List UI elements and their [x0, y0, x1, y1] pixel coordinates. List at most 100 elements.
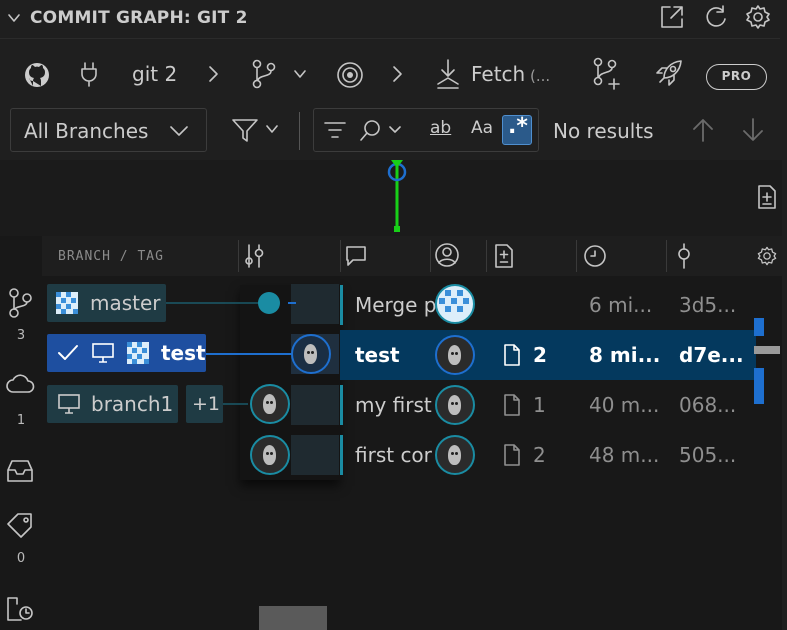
- plug-icon[interactable]: [78, 61, 100, 87]
- github-icon[interactable]: [24, 62, 50, 88]
- commit-node[interactable]: [250, 384, 290, 424]
- sidebar: 3 1 0: [0, 276, 42, 630]
- regex-label: .*: [508, 114, 528, 139]
- changes-column-icon[interactable]: [493, 243, 515, 269]
- filter-lines-icon[interactable]: [322, 118, 348, 142]
- target-icon[interactable]: [336, 61, 364, 89]
- monitor-icon: [57, 393, 81, 415]
- column-header-branch-tag[interactable]: BRANCH / TAG: [58, 249, 164, 264]
- cloud-icon[interactable]: [5, 372, 35, 396]
- fetch-label[interactable]: Fetch: [471, 62, 525, 86]
- chevron-down-icon: [168, 123, 190, 139]
- arrow-down-icon[interactable]: [740, 116, 766, 144]
- commit-sha: 505...: [679, 443, 737, 467]
- avatar: [127, 342, 149, 364]
- author-column-icon[interactable]: [434, 242, 460, 268]
- column-divider[interactable]: [576, 240, 577, 272]
- commit-sha: d7e...: [679, 343, 744, 367]
- commit-dot[interactable]: [258, 292, 280, 314]
- branches-count: 3: [16, 328, 26, 343]
- branch-ref-label: branch1: [91, 392, 174, 416]
- graph-minimap[interactable]: [0, 160, 782, 236]
- chevron-right-icon: [390, 65, 404, 83]
- panel-title: COMMIT GRAPH: GIT 2: [30, 8, 248, 28]
- branch-ref-master[interactable]: master: [47, 284, 166, 322]
- divider: [299, 112, 300, 150]
- stash-icon[interactable]: [5, 458, 35, 484]
- arrow-up-icon[interactable]: [690, 116, 716, 144]
- file-icon: [502, 343, 522, 367]
- avatar: [435, 385, 475, 425]
- pro-badge[interactable]: PRO: [706, 64, 767, 90]
- commit-message: test: [355, 343, 400, 367]
- column-divider[interactable]: [486, 240, 487, 272]
- divider: [0, 38, 780, 39]
- avatar: [435, 284, 475, 324]
- commit-row[interactable]: first cor 2 48 m... 505...: [340, 430, 756, 480]
- refresh-icon[interactable]: [702, 3, 730, 31]
- commit-row-selected[interactable]: test 2 8 mi... d7e...: [340, 330, 756, 380]
- gear-icon[interactable]: [744, 3, 772, 31]
- remotes-count: 1: [16, 413, 26, 428]
- graph-column-icon[interactable]: [244, 243, 266, 269]
- commit-sha: 3d5...: [679, 293, 737, 317]
- date-column-icon[interactable]: [582, 243, 608, 269]
- match-case-toggle[interactable]: Aa: [471, 118, 493, 138]
- branch-ref-label: master: [90, 291, 161, 315]
- minimap-toggle-icon[interactable]: [756, 184, 778, 210]
- branch-filter-select[interactable]: All Branches: [10, 108, 207, 152]
- create-branch-icon[interactable]: [592, 57, 622, 91]
- chevron-down-icon[interactable]: [292, 68, 308, 80]
- filter-icon[interactable]: [230, 116, 260, 144]
- commit-row[interactable]: my first 1 40 m... 068...: [340, 380, 756, 430]
- gear-icon[interactable]: [756, 245, 778, 267]
- commit-time: 48 m...: [589, 443, 660, 467]
- chevron-down-icon[interactable]: [264, 123, 280, 135]
- message-column-icon[interactable]: [344, 244, 368, 268]
- avatar: [435, 435, 475, 475]
- branches-icon[interactable]: [6, 288, 34, 318]
- commit-time: 6 mi...: [589, 293, 653, 317]
- column-divider[interactable]: [340, 240, 341, 272]
- scrollbar-marker[interactable]: [754, 368, 764, 404]
- commit-node[interactable]: [291, 334, 331, 374]
- chevron-right-icon: [206, 65, 220, 83]
- tag-icon[interactable]: [5, 512, 35, 538]
- popout-icon[interactable]: [658, 3, 686, 31]
- branch-ref-test[interactable]: test: [47, 334, 206, 372]
- commit-message: my first: [355, 393, 432, 417]
- column-divider[interactable]: [238, 240, 239, 272]
- file-icon: [502, 393, 522, 417]
- sha-column-icon[interactable]: [674, 242, 694, 270]
- worktree-icon[interactable]: [5, 594, 35, 624]
- chevron-down-icon[interactable]: [6, 10, 22, 26]
- commit-time: 40 m...: [589, 393, 660, 417]
- branch-ref-label: test: [161, 341, 206, 365]
- tags-count: 0: [16, 551, 26, 566]
- regex-toggle[interactable]: .*: [502, 114, 532, 145]
- check-icon: [57, 343, 79, 363]
- branch-filter-value: All Branches: [24, 119, 149, 143]
- scrollbar-marker[interactable]: [754, 318, 764, 336]
- fetch-icon[interactable]: [434, 58, 462, 90]
- branch-icon[interactable]: [250, 59, 278, 89]
- commit-node[interactable]: [250, 435, 290, 475]
- branch-ref-branch1[interactable]: branch1: [47, 385, 178, 423]
- file-icon: [502, 443, 522, 467]
- rocket-icon[interactable]: [654, 58, 684, 88]
- more-refs-badge[interactable]: +1: [186, 385, 223, 423]
- changed-files-count: 2: [533, 443, 546, 467]
- search-input[interactable]: ab Aa .*: [313, 108, 539, 152]
- commit-sha: 068...: [679, 393, 737, 417]
- scrollbar-thumb[interactable]: [754, 346, 780, 354]
- column-divider[interactable]: [666, 240, 667, 272]
- search-icon[interactable]: [358, 118, 384, 144]
- commit-message: Merge p: [355, 293, 437, 317]
- horizontal-scrollbar-thumb[interactable]: [259, 606, 327, 630]
- commit-row[interactable]: Merge p 6 mi... 3d5...: [340, 280, 756, 330]
- column-divider[interactable]: [430, 240, 431, 272]
- match-whole-word-toggle[interactable]: ab: [430, 118, 451, 138]
- graph-lines: [166, 302, 296, 405]
- repo-name[interactable]: git 2: [132, 62, 177, 86]
- chevron-down-icon[interactable]: [388, 124, 402, 136]
